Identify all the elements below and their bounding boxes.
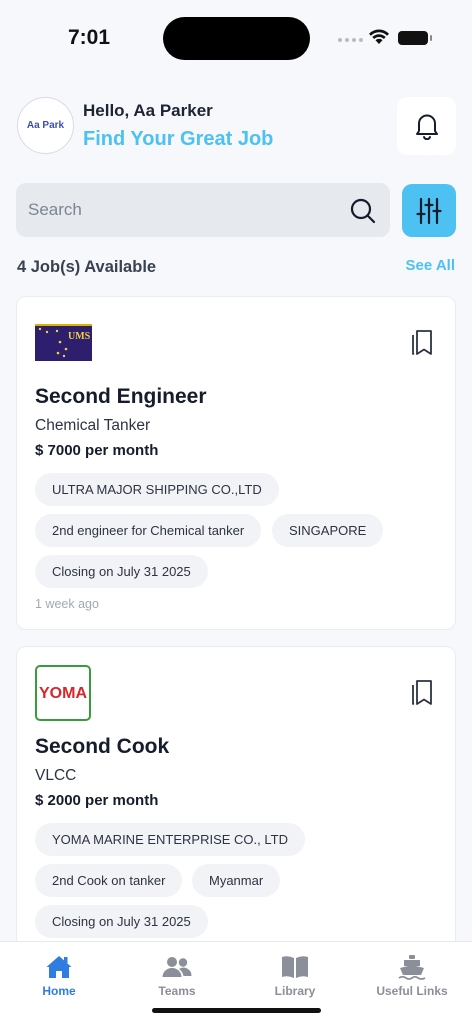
filter-button[interactable] — [402, 184, 456, 237]
ship-icon — [398, 955, 426, 980]
tab-home[interactable]: Home — [9, 954, 109, 998]
salary: $ 7000 per month — [35, 442, 159, 459]
logo-text: YOMA — [39, 685, 87, 702]
home-indicator — [152, 1008, 321, 1013]
ship-type: VLCC — [35, 767, 77, 784]
teams-icon — [162, 957, 192, 977]
tab-label: Library — [274, 984, 316, 998]
job-card[interactable]: YOMA Second Cook VLCC $ 2000 per month Y… — [16, 646, 456, 966]
description-chip: 2nd engineer for Chemical tanker — [35, 514, 262, 547]
avatar-text: Aa Park — [26, 120, 65, 131]
avatar[interactable]: Aa Park — [17, 97, 74, 154]
cellular-signal-icon — [338, 38, 363, 42]
search-box[interactable] — [16, 183, 390, 237]
battery-icon — [398, 31, 432, 45]
job-title: Second Cook — [35, 735, 170, 758]
location-chip: SINGAPORE — [272, 514, 384, 547]
status-bar: 7:01 — [0, 0, 472, 70]
job-title: Second Engineer — [35, 385, 207, 408]
closing-date-chip: Closing on July 31 2025 — [35, 555, 208, 588]
ship-type: Chemical Tanker — [35, 417, 151, 434]
tab-library[interactable]: Library — [245, 954, 345, 998]
bookmark-icon[interactable] — [411, 679, 433, 706]
tab-label: Home — [42, 984, 76, 998]
tab-useful-links[interactable]: Useful Links — [362, 954, 462, 998]
jobs-count-label: 4 Job(s) Available — [17, 258, 157, 276]
job-card[interactable]: UMS Second Engineer Chemical Tanker $ 70… — [16, 296, 456, 630]
description-chip: 2nd Cook on tanker — [35, 864, 183, 897]
company-logo: YOMA — [35, 665, 91, 721]
logo-text: UMS — [68, 331, 91, 342]
see-all-link[interactable]: See All — [406, 257, 455, 274]
library-icon — [282, 956, 308, 978]
wifi-icon — [369, 29, 389, 44]
tagline: Find Your Great Job — [83, 128, 274, 150]
dynamic-island — [163, 17, 310, 60]
greeting-text: Hello, Aa Parker — [83, 101, 213, 120]
tab-label: Useful Links — [376, 984, 448, 998]
bell-icon — [415, 114, 438, 140]
salary: $ 2000 per month — [35, 792, 159, 809]
company-logo: UMS — [35, 324, 92, 361]
location-chip: Myanmar — [192, 864, 281, 897]
search-input[interactable] — [28, 183, 338, 237]
company-chip: YOMA MARINE ENTERPRISE CO., LTD — [35, 823, 305, 856]
status-time: 7:01 — [68, 26, 111, 49]
bookmark-icon[interactable] — [411, 329, 433, 356]
search-icon[interactable] — [349, 197, 377, 225]
closing-date-chip: Closing on July 31 2025 — [35, 905, 208, 938]
sliders-icon — [416, 197, 442, 224]
posted-time: 1 week ago — [35, 597, 99, 611]
home-icon — [46, 956, 72, 978]
tab-teams[interactable]: Teams — [127, 954, 227, 998]
notifications-button[interactable] — [397, 97, 456, 155]
tab-label: Teams — [158, 984, 196, 998]
company-chip: ULTRA MAJOR SHIPPING CO.,LTD — [35, 473, 279, 506]
